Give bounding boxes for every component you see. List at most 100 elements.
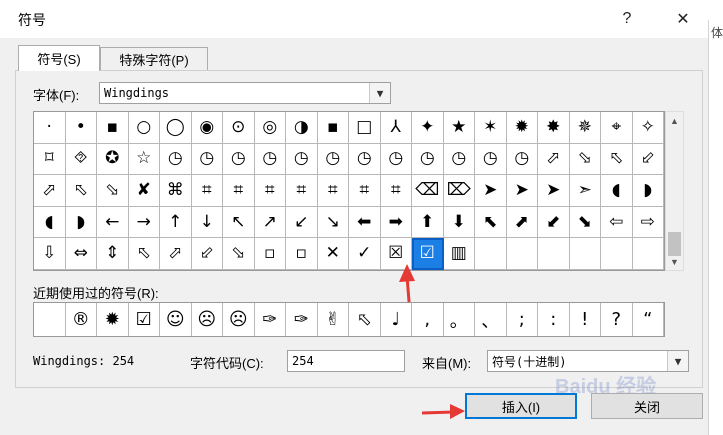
- symbol-cell[interactable]: ⇨: [632, 206, 664, 239]
- symbol-cell[interactable]: ⬃: [191, 238, 223, 270]
- symbol-cell[interactable]: ◷: [506, 143, 538, 176]
- symbol-cell[interactable]: ⬁: [128, 238, 160, 270]
- symbol-cell[interactable]: ↓: [191, 206, 223, 239]
- symbol-cell[interactable]: ⬋: [538, 206, 570, 239]
- recent-symbol-cell[interactable]: 、: [475, 303, 507, 336]
- symbol-cell[interactable]: ⇩: [34, 238, 66, 270]
- symbol-cell[interactable]: ✕: [317, 238, 349, 270]
- symbol-cell[interactable]: ◷: [443, 143, 475, 176]
- symbol-cell[interactable]: ◷: [191, 143, 223, 176]
- symbol-cell[interactable]: ○: [128, 112, 160, 144]
- symbol-cell[interactable]: ▪: [97, 112, 129, 144]
- chevron-down-icon[interactable]: ▼: [667, 351, 688, 371]
- symbol-cell[interactable]: ✶: [475, 112, 507, 144]
- symbol-cell[interactable]: ⬂: [569, 143, 601, 176]
- symbol-cell[interactable]: ◗: [65, 206, 97, 239]
- symbol-cell[interactable]: ⌫: [412, 175, 444, 207]
- symbol-cell[interactable]: ↘: [317, 206, 349, 239]
- symbol-grid-scrollbar[interactable]: ▲ ▼: [665, 111, 684, 271]
- symbol-cell[interactable]: ⌗: [286, 175, 318, 207]
- from-dropdown[interactable]: 符号(十进制) ▼: [487, 350, 689, 372]
- recent-symbol-cell[interactable]: “: [633, 303, 664, 336]
- symbol-cell[interactable]: ◷: [412, 143, 444, 176]
- recent-symbol-cell[interactable]: ?: [601, 303, 633, 336]
- symbol-cell[interactable]: ⇔: [65, 238, 97, 270]
- recent-symbol-cell[interactable]: ☺: [160, 303, 192, 336]
- symbol-cell[interactable]: ⇕: [97, 238, 129, 270]
- symbol-cell[interactable]: ⌖: [601, 112, 633, 144]
- symbol-grid[interactable]: · • ▪ ○ ◯ ◉ ⊙ ◎ ◑ ▪ □ ⅄ ✦ ★ ✶ ✹ ✸ ✵ ⌖ ✧ ⌑ ⯑ ✪ ☆ ◷ ◷ ◷ ◷ ◷ ◷ ◷ ◷ ◷ ◷ ◷ ◷ ⬀ ⬂ ⬁ ⬃…: [33, 111, 665, 271]
- symbol-cell[interactable]: [475, 238, 507, 270]
- symbol-cell[interactable]: ◉: [191, 112, 223, 144]
- symbol-cell[interactable]: ★: [443, 112, 475, 144]
- symbol-cell[interactable]: ➤: [475, 175, 507, 207]
- recent-symbol-cell[interactable]: [34, 303, 66, 336]
- symbol-cell[interactable]: [632, 238, 664, 270]
- symbol-cell[interactable]: ⬅: [349, 206, 381, 239]
- symbol-cell[interactable]: ⯑: [65, 143, 97, 176]
- symbol-cell[interactable]: ⬂: [223, 238, 255, 270]
- character-code-input[interactable]: 254: [287, 350, 405, 372]
- recent-symbol-cell[interactable]: ✌: [318, 303, 349, 336]
- symbol-cell[interactable]: ✓: [349, 238, 381, 270]
- symbol-cell[interactable]: ⅄: [380, 112, 412, 144]
- symbol-cell[interactable]: ⬁: [601, 143, 633, 176]
- symbol-cell[interactable]: ⬆: [412, 206, 444, 239]
- recent-symbol-cell[interactable]: ♩: [381, 303, 412, 336]
- symbol-cell[interactable]: ✦: [412, 112, 444, 144]
- symbol-cell[interactable]: ◑: [286, 112, 318, 144]
- symbol-cell[interactable]: ◖: [601, 175, 633, 207]
- symbol-cell[interactable]: ⬉: [475, 206, 507, 239]
- symbol-cell[interactable]: ⌗: [254, 175, 286, 207]
- scroll-up-icon[interactable]: ▲: [666, 112, 683, 129]
- help-button[interactable]: ?: [612, 4, 642, 34]
- symbol-cell[interactable]: □: [349, 112, 381, 144]
- symbol-cell[interactable]: ◷: [349, 143, 381, 176]
- symbol-cell[interactable]: [569, 238, 601, 270]
- recent-symbol-cell[interactable]: 。: [444, 303, 475, 336]
- symbol-cell[interactable]: ⌗: [223, 175, 255, 207]
- symbol-cell[interactable]: ✵: [569, 112, 601, 144]
- font-dropdown[interactable]: Wingdings ▼: [99, 82, 391, 104]
- close-icon[interactable]: ✕: [668, 4, 698, 34]
- symbol-cell[interactable]: [538, 238, 570, 270]
- recent-symbol-cell[interactable]: ⬁: [349, 303, 381, 336]
- symbol-cell[interactable]: ▪: [317, 112, 349, 144]
- symbol-cell[interactable]: ⇦: [601, 206, 633, 239]
- recent-symbol-cell[interactable]: ✹: [97, 303, 129, 336]
- symbol-cell[interactable]: ←: [97, 206, 129, 239]
- symbol-cell[interactable]: ✘: [128, 175, 160, 207]
- symbol-cell[interactable]: ◗: [632, 175, 664, 207]
- symbol-cell[interactable]: ⌗: [191, 175, 223, 207]
- symbol-cell[interactable]: ⬃: [632, 143, 664, 176]
- symbol-cell[interactable]: ⬀: [160, 238, 192, 270]
- symbol-cell[interactable]: ☆: [128, 143, 160, 176]
- symbol-cell[interactable]: ◷: [286, 143, 318, 176]
- symbol-cell[interactable]: ▫: [254, 238, 286, 270]
- symbol-cell[interactable]: ⬁: [65, 175, 97, 207]
- symbol-cell[interactable]: ◷: [475, 143, 507, 176]
- scroll-down-icon[interactable]: ▼: [666, 253, 683, 270]
- recent-symbol-cell[interactable]: !: [570, 303, 601, 336]
- recent-symbol-cell[interactable]: ✑: [286, 303, 318, 336]
- symbol-cell[interactable]: [601, 238, 633, 270]
- symbol-cell[interactable]: ➡: [380, 206, 412, 239]
- symbol-cell[interactable]: ⬈: [506, 206, 538, 239]
- recent-symbol-cell[interactable]: ®: [66, 303, 97, 336]
- symbol-cell[interactable]: ⌗: [380, 175, 412, 207]
- close-button[interactable]: 关闭: [591, 393, 703, 419]
- insert-button[interactable]: 插入(I): [465, 393, 577, 419]
- recent-symbol-cell[interactable]: :: [538, 303, 570, 336]
- symbol-cell[interactable]: ·: [34, 112, 66, 144]
- symbol-cell[interactable]: ⬊: [569, 206, 601, 239]
- symbol-cell[interactable]: ↗: [254, 206, 286, 239]
- symbol-cell[interactable]: ➤: [506, 175, 538, 207]
- symbol-cell[interactable]: ⌦: [443, 175, 475, 207]
- symbol-cell[interactable]: ⌗: [317, 175, 349, 207]
- symbol-cell[interactable]: ✹: [506, 112, 538, 144]
- symbol-cell[interactable]: ◷: [223, 143, 255, 176]
- tab-special-characters[interactable]: 特殊字符(P): [100, 47, 208, 71]
- symbol-cell[interactable]: ➤: [538, 175, 570, 207]
- symbol-cell[interactable]: ◎: [254, 112, 286, 144]
- symbol-cell[interactable]: ◖: [34, 206, 66, 239]
